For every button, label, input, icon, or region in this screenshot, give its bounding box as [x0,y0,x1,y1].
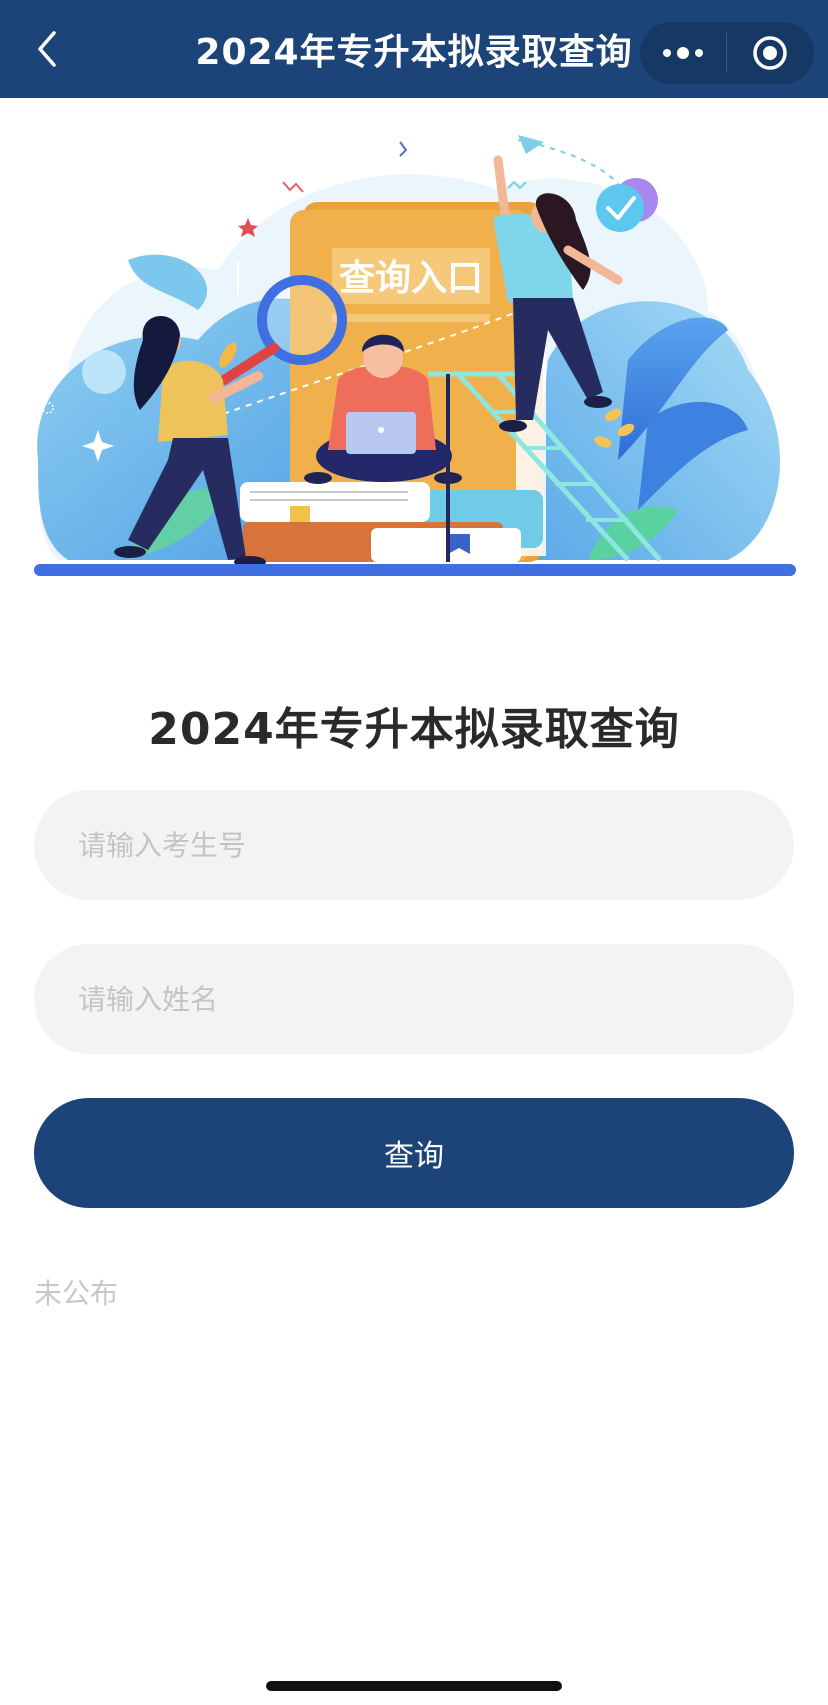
more-dots-icon [663,47,703,59]
home-indicator[interactable] [266,1681,562,1691]
name-input[interactable] [34,944,794,1054]
sign-text: 查询入口 [339,258,483,299]
query-button[interactable]: 查询 [34,1098,794,1208]
back-button[interactable] [24,26,70,72]
mini-program-capsule [640,22,814,84]
exam-number-input[interactable] [34,790,794,900]
status-text: 未公布 [34,1277,119,1310]
name-field-wrapper [34,944,794,1054]
hero-illustration: 查询入口 [34,135,796,576]
main-title: 2024年专升本拟录取查询 [148,704,680,755]
navigation-bar: 2024年专升本拟录取查询 [0,0,828,98]
page-title: 2024年专升本拟录取查询 [195,32,633,73]
target-circle-icon [753,36,787,70]
close-button[interactable] [727,22,813,84]
more-button[interactable] [640,22,726,84]
exam-number-field-wrapper [34,790,794,900]
chevron-left-icon [38,31,56,67]
